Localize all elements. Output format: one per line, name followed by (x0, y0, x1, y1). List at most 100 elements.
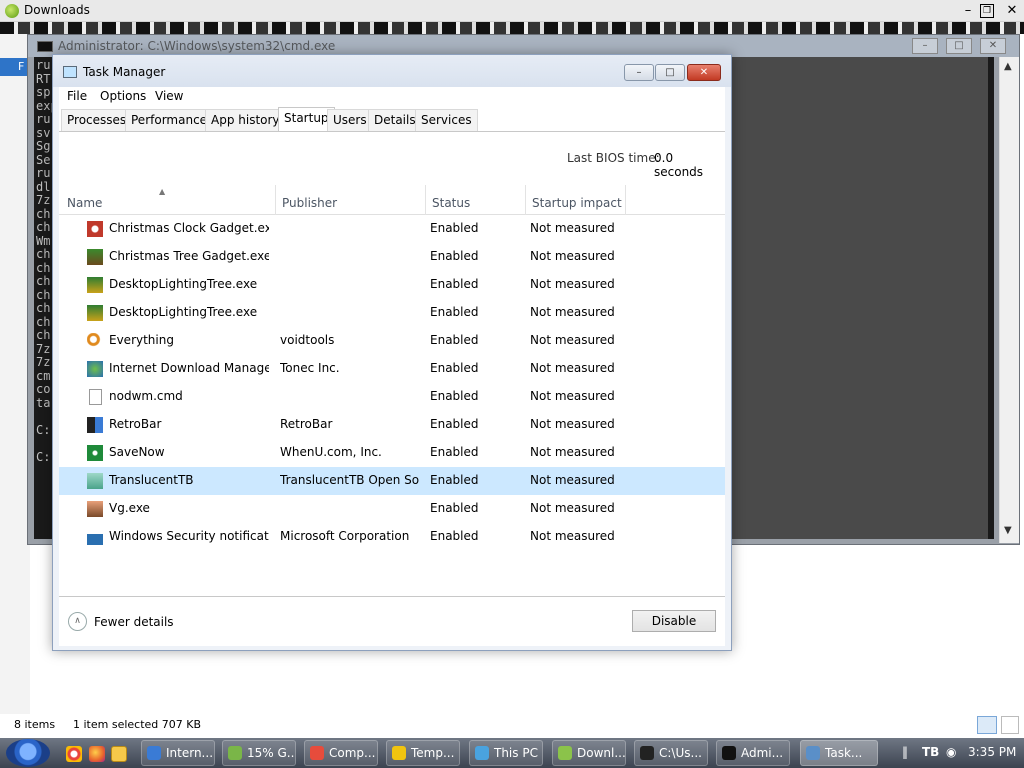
start-button[interactable] (6, 739, 50, 767)
tab-app-history[interactable]: App history (205, 109, 286, 131)
minimize-button[interactable]: – (958, 2, 978, 20)
taskbar-button[interactable]: Temp... (386, 740, 460, 766)
column-divider[interactable] (625, 185, 626, 215)
column-divider[interactable] (525, 185, 526, 215)
taskbar-app-icon (640, 746, 654, 760)
tray-handle-icon[interactable]: ‖ (902, 745, 908, 759)
close-icon[interactable]: ✕ (1002, 2, 1022, 20)
taskbar-button[interactable]: Admi... (716, 740, 790, 766)
folder-icon[interactable] (111, 746, 127, 762)
tab-services[interactable]: Services (415, 109, 478, 131)
task-manager-window: Task Manager – □ ✕ File Options View Pro… (52, 54, 732, 651)
startup-item-name: Christmas Clock Gadget.exe (109, 221, 269, 235)
taskbar-button-label: 15% G... (247, 746, 296, 760)
startup-item-status: Enabled (430, 417, 479, 431)
startup-row[interactable]: Windows Security notificati... Microsoft … (59, 523, 725, 551)
explorer-file-tab[interactable]: F (0, 58, 30, 76)
tab-details[interactable]: Details (368, 109, 422, 131)
startup-row[interactable]: Everything voidtools Enabled Not measured (59, 327, 725, 355)
taskbar-button[interactable]: 15% G... (222, 740, 296, 766)
explorer-app-icon (5, 4, 19, 18)
menu-options[interactable]: Options (100, 89, 146, 103)
startup-item-status: Enabled (430, 473, 479, 487)
dollar-icon (87, 445, 103, 461)
cmd-background-panel (728, 57, 988, 539)
explorer-title: Downloads (24, 3, 90, 17)
startup-item-impact: Not measured (530, 529, 615, 543)
startup-item-status: Enabled (430, 389, 479, 403)
menu-file[interactable]: File (67, 89, 87, 103)
startup-item-impact: Not measured (530, 389, 615, 403)
tm-minimize-button[interactable]: – (624, 64, 654, 81)
bios-time-label: Last BIOS time: (567, 151, 660, 165)
startup-item-publisher: WhenU.com, Inc. (280, 445, 382, 459)
column-publisher[interactable]: Publisher (282, 196, 337, 210)
startup-item-status: Enabled (430, 501, 479, 515)
network-tray-icon[interactable]: ◉ (946, 745, 956, 759)
chevron-up-icon[interactable]: ∧ (68, 612, 87, 631)
startup-item-impact: Not measured (530, 277, 615, 291)
scroll-up-icon[interactable]: ▲ (1004, 61, 1012, 72)
details-view-icon[interactable] (977, 716, 997, 734)
taskbar-app-icon (147, 746, 161, 760)
column-divider[interactable] (275, 185, 276, 215)
menu-view[interactable]: View (155, 89, 183, 103)
tab-processes[interactable]: Processes (61, 109, 133, 131)
column-startup-impact[interactable]: Startup impact (532, 196, 622, 210)
column-divider[interactable] (425, 185, 426, 215)
firefox-icon[interactable] (89, 746, 105, 762)
taskbar-button[interactable]: Comp... (304, 740, 378, 766)
cmd-maximize-button[interactable]: □ (946, 38, 972, 54)
taskbar-button-label: This PC (494, 746, 538, 760)
startup-item-impact: Not measured (530, 501, 615, 515)
startup-row[interactable]: Internet Download Manager... Tonec Inc. En… (59, 355, 725, 383)
startup-row[interactable]: SaveNow WhenU.com, Inc. Enabled Not measure… (59, 439, 725, 467)
startup-row[interactable]: RetroBar RetroBar Enabled Not measured (59, 411, 725, 439)
restore-button[interactable]: ❐ (980, 4, 994, 18)
taskbar-button-label: Admi... (741, 746, 784, 760)
startup-row[interactable]: Christmas Tree Gadget.exe Enabled Not meas… (59, 243, 725, 271)
startup-row[interactable]: nodwm.cmd Enabled Not measured (59, 383, 725, 411)
startup-item-impact: Not measured (530, 417, 615, 431)
taskbar-button[interactable]: This PC (469, 740, 543, 766)
clock[interactable]: 3:35 PM (968, 745, 1016, 759)
startup-item-impact: Not measured (530, 249, 615, 263)
taskbar-button[interactable]: Intern... (141, 740, 215, 766)
translucenttb-tray-icon[interactable]: TB (922, 745, 939, 759)
cmd-minimize-button[interactable]: – (912, 38, 938, 54)
taskbar-button-label: Downl... (577, 746, 626, 760)
cmd-scrollbar[interactable]: ▲ ▼ (999, 57, 1019, 543)
large-icons-view-icon[interactable] (1001, 716, 1019, 734)
task-manager-title-bar[interactable]: Task Manager – □ ✕ (53, 55, 731, 87)
taskbar-button[interactable]: Downl... (552, 740, 626, 766)
startup-item-status: Enabled (430, 221, 479, 235)
startup-row[interactable]: Vg.exe Enabled Not measured (59, 495, 725, 523)
taskbar-app-icon (558, 746, 572, 760)
taskbar-button[interactable]: C:\Us... (634, 740, 708, 766)
tab-performance[interactable]: Performance (125, 109, 214, 131)
startup-row[interactable]: DesktopLightingTree.exe Enabled Not measur… (59, 271, 725, 299)
retrobar-icon (87, 417, 103, 433)
startup-item-publisher: TranslucentTB Open Sou... (280, 473, 420, 487)
startup-row[interactable]: TranslucentTB TranslucentTB Open Sou... En… (59, 467, 725, 495)
menu-bar: File Options View (59, 87, 725, 107)
startup-row[interactable]: DesktopLightingTree.exe Enabled Not measur… (59, 299, 725, 327)
taskbar-app-icon (228, 746, 242, 760)
disable-button[interactable]: Disable (632, 610, 716, 632)
translucenttb-icon (87, 473, 103, 489)
idm-globe-icon (87, 361, 103, 377)
startup-item-status: Enabled (430, 305, 479, 319)
fewer-details-link[interactable]: Fewer details (94, 615, 174, 629)
tm-close-button[interactable]: ✕ (687, 64, 721, 81)
column-status[interactable]: Status (432, 196, 470, 210)
tab-users[interactable]: Users (327, 109, 373, 131)
startup-item-status: Enabled (430, 361, 479, 375)
item-count: 8 items (14, 718, 56, 731)
taskbar-button[interactable]: Task... (800, 740, 878, 766)
scroll-down-icon[interactable]: ▼ (1004, 525, 1012, 536)
chrome-icon[interactable] (66, 746, 82, 762)
startup-row[interactable]: Christmas Clock Gadget.exe Enabled Not mea… (59, 215, 725, 243)
tm-maximize-button[interactable]: □ (655, 64, 685, 81)
cmd-close-button[interactable]: ✕ (980, 38, 1006, 54)
column-name[interactable]: Name (67, 196, 102, 210)
